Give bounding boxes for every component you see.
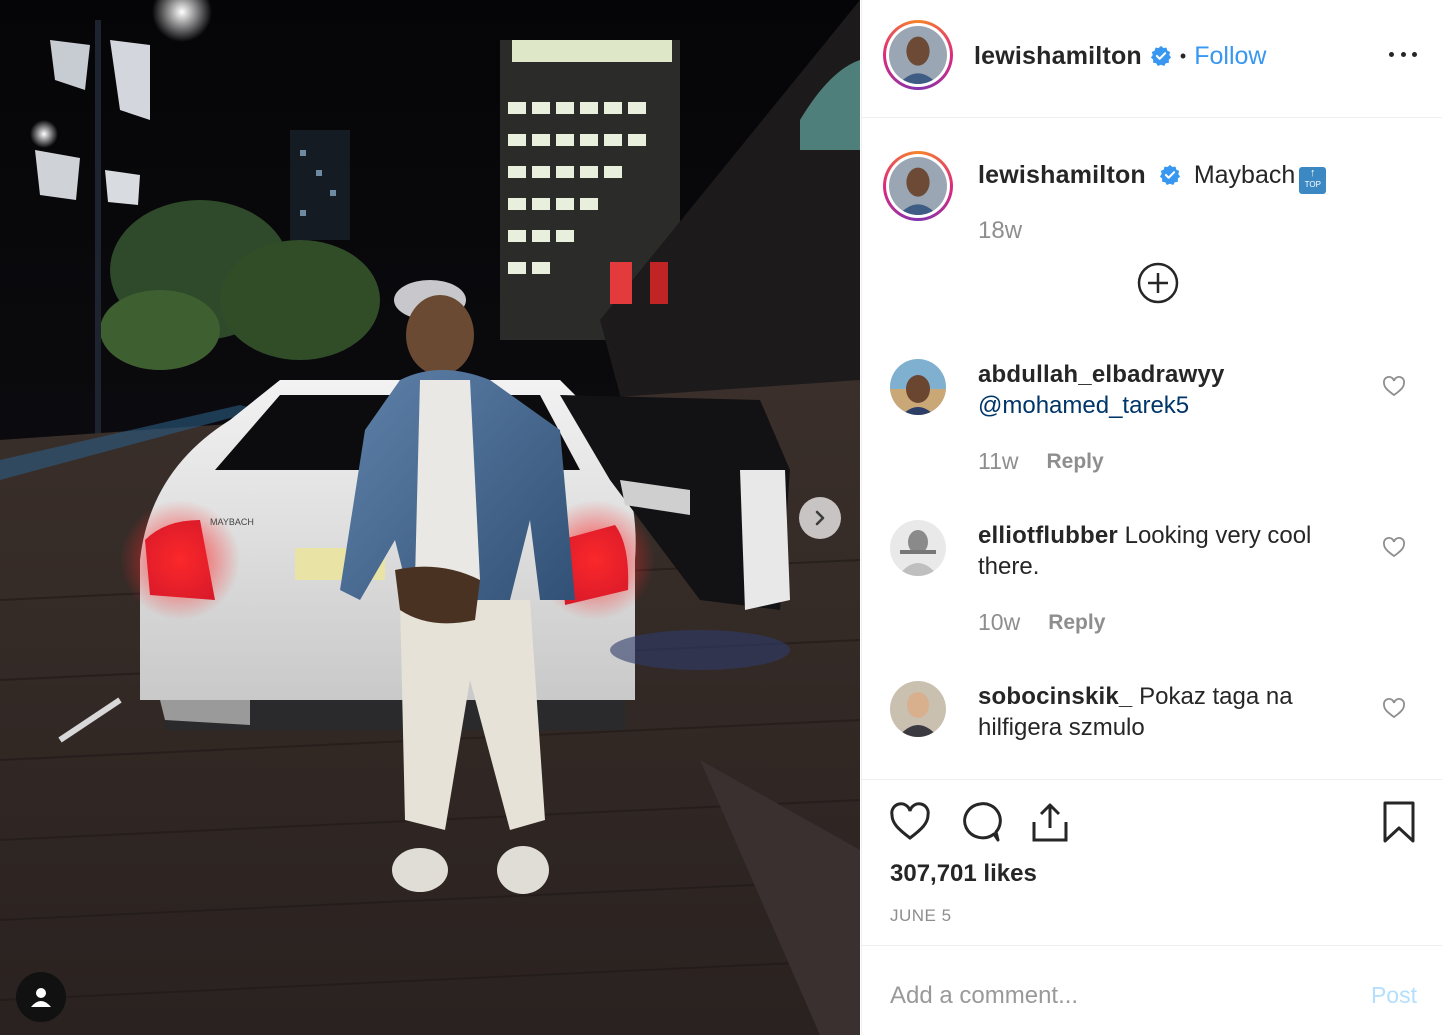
save-bookmark-icon[interactable] xyxy=(1377,800,1421,844)
caption-username[interactable]: lewishamilton xyxy=(978,161,1146,189)
chevron-right-icon xyxy=(815,510,825,526)
caption-text: lewishamilton Maybach ↑ TOP xyxy=(978,159,1327,194)
header-separator: • xyxy=(1179,45,1187,66)
post-actions: 307,701 likes JUNE 5 xyxy=(862,779,1442,945)
author-avatar[interactable] xyxy=(883,20,953,90)
reply-button[interactable]: Reply xyxy=(1048,611,1105,636)
comment-text: sobocinskik_ Pokaz taga na hilfigera szm… xyxy=(978,681,1358,743)
comment-timestamp[interactable]: 10w xyxy=(978,609,1020,636)
commenter-avatar[interactable] xyxy=(890,520,946,576)
like-comment-heart-icon[interactable] xyxy=(1382,536,1406,560)
top-emoji-label: TOP xyxy=(1304,180,1321,189)
comment-bubble-icon[interactable] xyxy=(958,800,1002,844)
comment-meta: 11w Reply xyxy=(978,448,1104,475)
next-photo-button[interactable] xyxy=(799,497,841,539)
user-tag-icon xyxy=(31,988,51,1007)
comment-item: abdullah_elbadrawyy @mohamed_tarek5 11w … xyxy=(862,359,1442,489)
post-date[interactable]: JUNE 5 xyxy=(890,906,952,926)
add-comment-bar: Post xyxy=(862,945,1442,1035)
post-photo[interactable]: MAYBACH xyxy=(0,0,860,1035)
comment-item: elliotflubber Looking very cool there. 1… xyxy=(862,520,1442,650)
more-horizontal-icon xyxy=(1389,51,1394,57)
commenter-username[interactable]: abdullah_elbadrawyy xyxy=(978,361,1225,388)
caption-avatar-image xyxy=(889,157,947,215)
share-upload-icon[interactable] xyxy=(1028,800,1072,844)
comment-input[interactable] xyxy=(890,976,1330,1016)
verified-badge-icon xyxy=(1159,164,1180,185)
more-options-button[interactable] xyxy=(1389,44,1417,64)
load-more-comments-icon[interactable] xyxy=(1136,261,1180,305)
top-arrow-emoji-icon: ↑ TOP xyxy=(1299,167,1327,194)
like-comment-heart-icon[interactable] xyxy=(1382,375,1406,399)
post-side-panel: lewishamilton • Follow lewishamilton May… xyxy=(861,0,1442,1035)
commenter-username[interactable]: elliotflubber xyxy=(978,522,1118,549)
commenter-username[interactable]: sobocinskik_ xyxy=(978,683,1132,710)
follow-button[interactable]: Follow xyxy=(1194,42,1266,71)
like-heart-icon[interactable] xyxy=(888,800,932,844)
reply-button[interactable]: Reply xyxy=(1047,450,1104,475)
caption-body: Maybach xyxy=(1193,161,1296,189)
caption-timestamp[interactable]: 18w xyxy=(978,217,1022,245)
commenter-avatar[interactable] xyxy=(890,681,946,737)
night-street-scene: MAYBACH xyxy=(0,0,860,1035)
commenter-avatar[interactable] xyxy=(890,359,946,415)
likes-count[interactable]: 307,701 likes xyxy=(890,860,1037,888)
comments-list[interactable]: lewishamilton Maybach ↑ TOP 18w abdullah_e… xyxy=(862,119,1442,779)
comment-text: abdullah_elbadrawyy @mohamed_tarek5 xyxy=(978,359,1358,421)
comment-item: sobocinskik_ Pokaz taga na hilfigera szm… xyxy=(862,681,1442,771)
comment-text: elliotflubber Looking very cool there. xyxy=(978,520,1358,582)
comment-timestamp[interactable]: 11w xyxy=(978,448,1019,475)
comment-mention-link[interactable]: @mohamed_tarek5 xyxy=(978,390,1358,421)
comment-meta: 10w Reply xyxy=(978,609,1105,636)
car-badge-text: MAYBACH xyxy=(210,517,254,527)
verified-badge-icon xyxy=(1150,45,1172,66)
post-header: lewishamilton • Follow xyxy=(862,0,1442,118)
tagged-users-button[interactable] xyxy=(16,972,66,1022)
author-avatar-image xyxy=(889,26,947,84)
post-comment-button[interactable]: Post xyxy=(1371,982,1417,1009)
caption-author-avatar[interactable] xyxy=(883,151,953,221)
author-username[interactable]: lewishamilton xyxy=(974,42,1142,71)
like-comment-heart-icon[interactable] xyxy=(1382,697,1406,721)
